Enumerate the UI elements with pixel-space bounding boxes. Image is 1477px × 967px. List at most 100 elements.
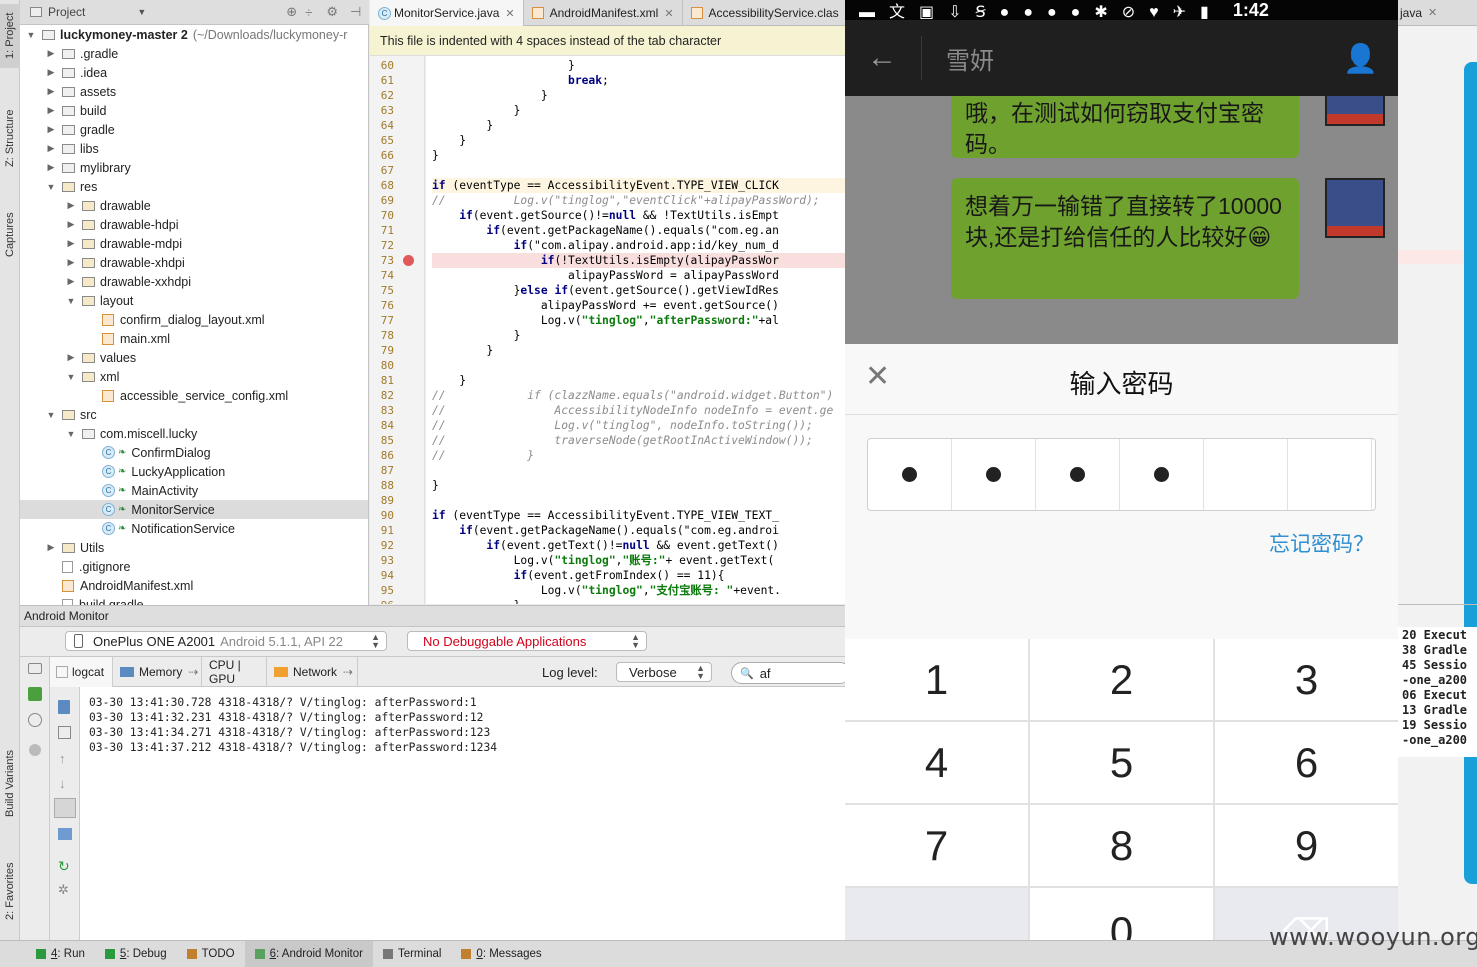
tree-collapsed-icon[interactable]: ▶	[46, 67, 56, 78]
tree-item[interactable]: ▶ drawable-xhdpi	[20, 253, 368, 272]
stop-icon[interactable]	[29, 744, 41, 756]
tree-expanded-icon[interactable]: ▼	[46, 182, 56, 192]
project-tree[interactable]: ▼ luckymoney-master 2 (~/Downloads/luckymo…	[20, 25, 369, 605]
tree-item[interactable]: ▶ Utils	[20, 538, 368, 557]
tree-item[interactable]: ▶ values	[20, 348, 368, 367]
tree-item[interactable]: ▶ drawable	[20, 196, 368, 215]
tree-collapsed-icon[interactable]: ▶	[46, 48, 56, 59]
key-7[interactable]: 7	[845, 805, 1028, 886]
editor-tab[interactable]: C MonitorService.java ✕	[370, 0, 524, 26]
tab-network[interactable]: Network ⇢	[268, 657, 358, 687]
key-3[interactable]: 3	[1215, 639, 1398, 720]
camera-icon[interactable]	[28, 663, 42, 674]
tree-item[interactable]: ▼ luckymoney-master 2 (~/Downloads/luckymo…	[20, 25, 368, 44]
project-view-selector[interactable]: Project	[48, 5, 85, 19]
refresh-icon[interactable]: ↻	[58, 858, 70, 875]
tree-item[interactable]: ▶ mylibrary	[20, 158, 368, 177]
pin-icon[interactable]: ⇢	[343, 665, 353, 679]
screen-record-icon[interactable]	[28, 713, 42, 727]
app-select[interactable]: No Debuggable Applications ▲ ▼	[407, 631, 647, 651]
tool-window-tab[interactable]: 6: Android Monitor	[244, 940, 373, 967]
captures-tool-tab[interactable]: Captures	[0, 200, 20, 270]
log-filter-input[interactable]: 🔍 af	[731, 662, 851, 684]
log-level-select[interactable]: Verbose ▲ ▼	[616, 662, 712, 682]
tree-expanded-icon[interactable]: ▼	[66, 296, 76, 306]
code-editor[interactable]: } break; } } } }} if (eventType == Access…	[426, 56, 845, 604]
arrow-up-icon[interactable]: ↑	[59, 751, 66, 766]
tree-item[interactable]: confirm_dialog_layout.xml	[20, 310, 368, 329]
tree-collapsed-icon[interactable]: ▶	[46, 162, 56, 173]
tree-collapsed-icon[interactable]: ▶	[66, 219, 76, 230]
back-arrow-icon[interactable]: ←	[867, 41, 897, 75]
tool-window-tab[interactable]: 0: Messages	[451, 941, 551, 967]
settings-icon[interactable]: ✲	[58, 882, 69, 898]
password-input[interactable]	[867, 438, 1376, 511]
favorites-tool-tab[interactable]: 2: Favorites	[0, 848, 20, 934]
key-2[interactable]: 2	[1030, 639, 1213, 720]
tree-collapsed-icon[interactable]: ▶	[46, 542, 56, 553]
tree-item[interactable]: C ❧ NotificationService	[20, 519, 368, 538]
line-gutter[interactable]: 60 61 62 63 64 65 66 67 68 69 70 71 72 73 74 75 76 77 78 79…	[370, 56, 425, 604]
tree-expanded-icon[interactable]: ▼	[46, 410, 56, 420]
tree-item[interactable]: C ❧ ConfirmDialog	[20, 443, 368, 462]
tree-item[interactable]: C ❧ MonitorService	[20, 500, 368, 519]
build-variants-tool-tab[interactable]: Build Variants	[0, 735, 20, 831]
tree-item[interactable]: main.xml	[20, 329, 368, 348]
tab-cpu-gpu[interactable]: CPU | GPU	[203, 657, 267, 687]
tree-item[interactable]: build.gradle	[20, 595, 368, 605]
tree-item[interactable]: ▶ gradle	[20, 120, 368, 139]
tree-collapsed-icon[interactable]: ▶	[66, 352, 76, 363]
tab-logcat[interactable]: logcat	[50, 657, 113, 687]
tree-item[interactable]: ▶ .gradle	[20, 44, 368, 63]
tree-collapsed-icon[interactable]: ▶	[46, 143, 56, 154]
key-1[interactable]: 1	[845, 639, 1028, 720]
tree-item[interactable]: ▶ .idea	[20, 63, 368, 82]
logcat-output[interactable]: 03-30 13:41:30.728 4318-4318/? V/tinglog…	[80, 687, 845, 940]
tree-collapsed-icon[interactable]: ▶	[46, 86, 56, 97]
tree-item[interactable]: ▶ libs	[20, 139, 368, 158]
contact-settings-icon[interactable]: 👤	[1343, 42, 1378, 75]
sync-icon[interactable]: ⊕	[286, 4, 297, 20]
tree-collapsed-icon[interactable]: ▶	[46, 124, 56, 135]
close-icon[interactable]: ✕	[1428, 6, 1437, 19]
soft-wrap-icon[interactable]	[54, 798, 76, 818]
tree-expanded-icon[interactable]: ▼	[66, 372, 76, 382]
tree-item[interactable]: ▼ res	[20, 177, 368, 196]
breakpoint-icon[interactable]	[403, 255, 414, 266]
tree-expanded-icon[interactable]: ▼	[66, 429, 76, 439]
tool-window-tab[interactable]: Terminal	[373, 941, 451, 967]
editor-tab[interactable]: AccessibilityService.clas	[683, 0, 848, 26]
right-editor-tab[interactable]: java ✕	[1398, 0, 1477, 26]
gear-icon[interactable]: ⚙	[326, 4, 338, 20]
record-icon[interactable]	[28, 687, 42, 701]
device-select[interactable]: OnePlus ONE A2001 Android 5.1.1, API 22 …	[65, 631, 387, 651]
tree-item[interactable]: C ❧ MainActivity	[20, 481, 368, 500]
tree-expanded-icon[interactable]: ▼	[26, 30, 36, 40]
tree-collapsed-icon[interactable]: ▶	[46, 105, 56, 116]
tree-collapsed-icon[interactable]: ▶	[66, 238, 76, 249]
key-4[interactable]: 4	[845, 722, 1028, 803]
tree-item[interactable]: ▶ build	[20, 101, 368, 120]
tree-item[interactable]: AndroidManifest.xml	[20, 576, 368, 595]
tree-item[interactable]: C ❧ LuckyApplication	[20, 462, 368, 481]
tool-window-tab[interactable]: 5: Debug	[95, 941, 177, 967]
editor-tab[interactable]: AndroidManifest.xml ✕	[524, 0, 683, 26]
hide-panel-icon[interactable]: ⊣	[350, 4, 361, 20]
close-icon[interactable]: ✕	[664, 7, 673, 20]
forgot-password-link[interactable]: 忘记密码？	[1269, 528, 1374, 558]
arrow-down-icon[interactable]: ↓	[59, 776, 66, 791]
tree-item[interactable]: ▼ com.miscell.lucky	[20, 424, 368, 443]
tab-memory[interactable]: Memory ⇢	[114, 657, 202, 687]
key-5[interactable]: 5	[1030, 722, 1213, 803]
chevron-down-icon[interactable]: ▼	[137, 7, 146, 17]
key-8[interactable]: 8	[1030, 805, 1213, 886]
project-tool-tab[interactable]: 1: Project	[0, 4, 20, 68]
close-icon[interactable]: ✕	[505, 7, 514, 20]
pin-icon[interactable]: ⇢	[188, 665, 198, 679]
tree-item[interactable]: ▶ drawable-hdpi	[20, 215, 368, 234]
tree-collapsed-icon[interactable]: ▶	[66, 257, 76, 268]
tool-window-tab[interactable]: 4: Run	[26, 941, 95, 967]
structure-tool-tab[interactable]: Z: Structure	[0, 96, 20, 180]
key-6[interactable]: 6	[1215, 722, 1398, 803]
tool-window-tab[interactable]: TODO	[177, 941, 245, 967]
